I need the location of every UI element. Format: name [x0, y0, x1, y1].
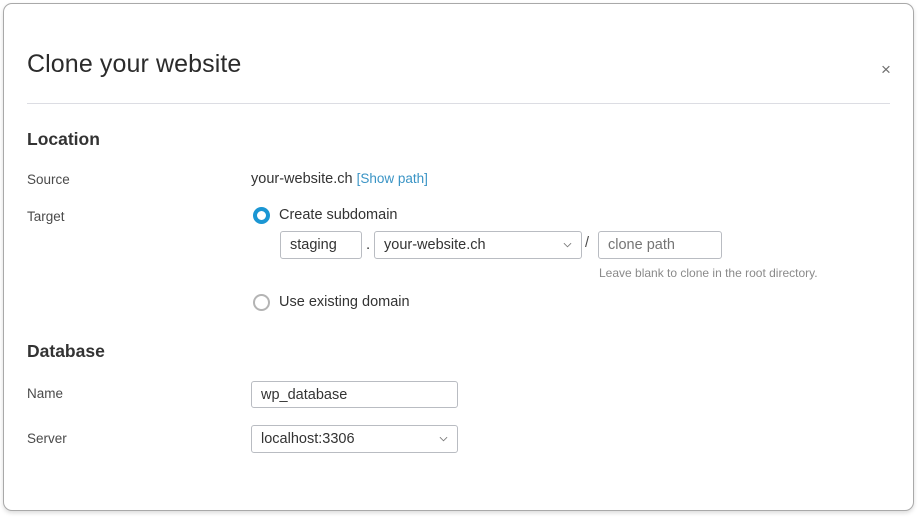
section-heading-location: Location	[27, 129, 100, 149]
dot-separator: .	[366, 236, 371, 253]
database-server-select[interactable]: localhost:3306	[251, 425, 458, 453]
show-path-link[interactable]: [Show path]	[357, 171, 428, 186]
header-divider	[27, 103, 890, 104]
domain-select[interactable]: your-website.ch	[374, 231, 582, 259]
radio-unselected-icon[interactable]	[253, 294, 270, 311]
radio-selected-icon[interactable]	[253, 207, 270, 224]
page-title: Clone your website	[27, 50, 242, 78]
source-value-group: your-website.ch [Show path]	[251, 171, 428, 188]
clone-website-dialog: Clone your website × Location Source you…	[3, 3, 914, 511]
clone-path-helper-text: Leave blank to clone in the root directo…	[599, 266, 818, 280]
source-label: Source	[27, 172, 70, 187]
slash-separator: /	[585, 235, 590, 251]
database-server-select-value: localhost:3306	[261, 431, 355, 447]
database-name-label: Name	[27, 386, 64, 401]
radio-create-subdomain[interactable]: Create subdomain	[253, 207, 398, 224]
radio-create-subdomain-label[interactable]: Create subdomain	[279, 208, 398, 223]
database-name-input[interactable]	[251, 381, 458, 408]
dialog-header: Clone your website ×	[4, 4, 913, 103]
chevron-down-icon	[439, 435, 448, 444]
database-server-label: Server	[27, 431, 67, 446]
clone-path-input[interactable]	[598, 231, 722, 259]
radio-use-existing-domain-label[interactable]: Use existing domain	[279, 295, 410, 310]
source-domain-text: your-website.ch	[251, 171, 353, 187]
chevron-down-icon	[563, 241, 572, 250]
domain-select-value: your-website.ch	[384, 237, 486, 253]
radio-use-existing-domain[interactable]: Use existing domain	[253, 294, 410, 311]
section-heading-database: Database	[27, 341, 105, 361]
target-label: Target	[27, 209, 65, 224]
subdomain-input[interactable]	[280, 231, 362, 259]
close-icon[interactable]: ×	[873, 56, 899, 82]
